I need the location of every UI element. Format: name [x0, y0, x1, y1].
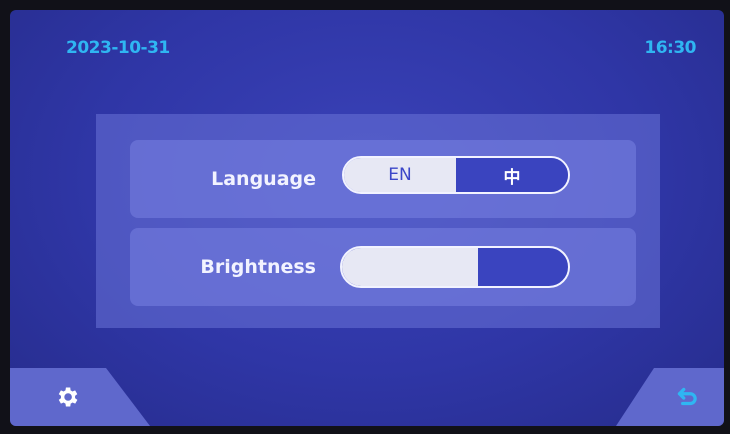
settings-panel: Language EN 中 Brightness — [96, 114, 660, 328]
brightness-row: Brightness — [130, 228, 636, 306]
language-row: Language EN 中 — [130, 140, 636, 218]
device-bezel: 2023-10-31 16:30 Language EN 中 Brightnes… — [0, 0, 730, 434]
back-tab — [616, 368, 724, 426]
brightness-slider-fill — [342, 248, 478, 286]
date-display: 2023-10-31 — [66, 38, 170, 58]
time-display: 16:30 — [644, 38, 696, 58]
back-button[interactable] — [672, 382, 702, 412]
language-option-zh[interactable]: 中 — [456, 158, 568, 192]
display-screen: 2023-10-31 16:30 Language EN 中 Brightnes… — [10, 10, 724, 426]
language-toggle[interactable]: EN 中 — [342, 156, 570, 194]
language-option-en[interactable]: EN — [344, 158, 456, 192]
settings-button[interactable] — [52, 382, 82, 412]
back-arrow-icon — [677, 387, 697, 406]
language-label: Language — [211, 168, 316, 190]
gear-icon — [58, 387, 78, 407]
brightness-slider[interactable] — [340, 246, 570, 288]
brightness-label: Brightness — [200, 256, 316, 278]
